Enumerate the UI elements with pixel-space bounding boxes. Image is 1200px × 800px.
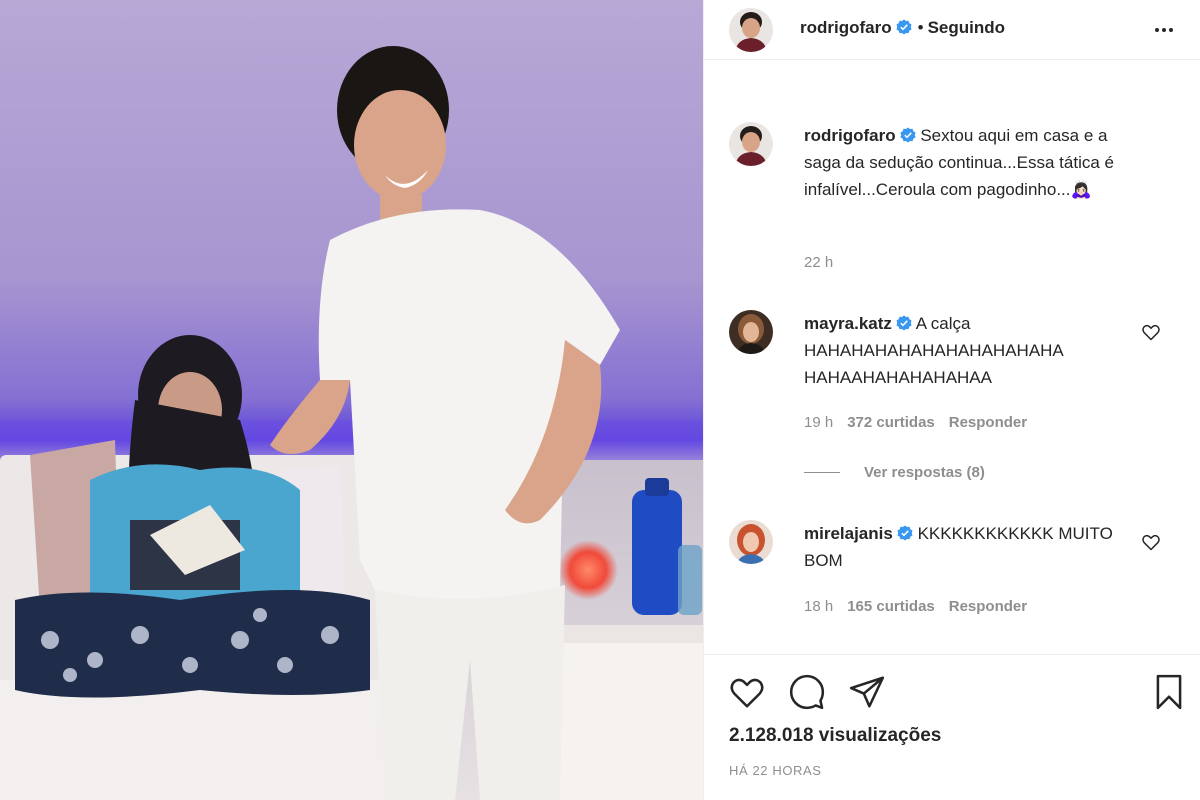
more-options-icon[interactable] bbox=[1153, 18, 1179, 42]
view-count[interactable]: 2.128.018 visualizações bbox=[729, 725, 941, 747]
comment-bubble-icon[interactable] bbox=[788, 673, 826, 711]
verified-badge-icon bbox=[896, 315, 912, 331]
bookmark-icon[interactable] bbox=[1150, 673, 1188, 711]
comment-time[interactable]: 19 h bbox=[804, 414, 833, 431]
comment-likes[interactable]: 165 curtidas bbox=[847, 598, 935, 615]
commenter-avatar[interactable] bbox=[729, 520, 773, 564]
header-username[interactable]: rodrigofaro bbox=[800, 18, 892, 37]
post-video[interactable] bbox=[0, 0, 703, 800]
comment-meta: 19 h 372 curtidas Responder bbox=[804, 414, 1041, 431]
paper-plane-icon[interactable] bbox=[848, 673, 886, 711]
like-comment-heart-icon[interactable] bbox=[1141, 532, 1161, 552]
comment-username[interactable]: mayra.katz bbox=[804, 314, 892, 333]
comment-body: mayra.katz A calça HAHAHAHAHAHAHAHAHAHAH… bbox=[804, 310, 1139, 391]
caption-avatar[interactable] bbox=[729, 122, 773, 166]
caption-time[interactable]: 22 h bbox=[804, 254, 833, 271]
avatar-image bbox=[729, 520, 773, 564]
view-replies-button[interactable]: Ver respostas (8) bbox=[804, 464, 985, 481]
caption-meta: 22 h bbox=[804, 254, 847, 271]
caption-body: rodrigofaro Sextou aqui em casa e a saga… bbox=[804, 122, 1139, 203]
avatar-image bbox=[729, 122, 773, 166]
video-frame-illustration bbox=[0, 0, 703, 800]
reply-button[interactable]: Responder bbox=[949, 414, 1027, 431]
avatar-image bbox=[729, 8, 773, 52]
post-sidebar: rodrigofaro • Seguindo rodrigofaro Sextou … bbox=[703, 0, 1200, 800]
author-avatar[interactable] bbox=[729, 8, 773, 52]
comment-body: mirelajanis KKKKKKKKKKKK MUITO BOM bbox=[804, 520, 1139, 574]
commenter-avatar[interactable] bbox=[729, 310, 773, 354]
caption-username[interactable]: rodrigofaro bbox=[804, 126, 896, 145]
verified-badge-icon bbox=[897, 525, 913, 541]
verified-badge-icon bbox=[896, 19, 912, 35]
verified-badge-icon bbox=[900, 127, 916, 143]
avatar-image bbox=[729, 310, 773, 354]
heart-icon[interactable] bbox=[728, 673, 766, 711]
post-header: rodrigofaro • Seguindo bbox=[704, 0, 1200, 60]
post-actions: 2.128.018 visualizações HÁ 22 HORAS bbox=[704, 654, 1200, 800]
header-separator: • bbox=[917, 18, 924, 37]
replies-divider bbox=[804, 472, 840, 473]
comment-likes[interactable]: 372 curtidas bbox=[847, 414, 935, 431]
view-replies-label: Ver respostas (8) bbox=[864, 464, 985, 481]
header-user-line: rodrigofaro • Seguindo bbox=[800, 18, 1005, 38]
reply-button[interactable]: Responder bbox=[949, 598, 1027, 615]
comment-time[interactable]: 18 h bbox=[804, 598, 833, 615]
post-timestamp[interactable]: HÁ 22 HORAS bbox=[729, 763, 822, 778]
comment-meta: 18 h 165 curtidas Responder bbox=[804, 598, 1041, 615]
like-comment-heart-icon[interactable] bbox=[1141, 322, 1161, 342]
comment-username[interactable]: mirelajanis bbox=[804, 524, 893, 543]
following-button[interactable]: Seguindo bbox=[928, 18, 1005, 37]
